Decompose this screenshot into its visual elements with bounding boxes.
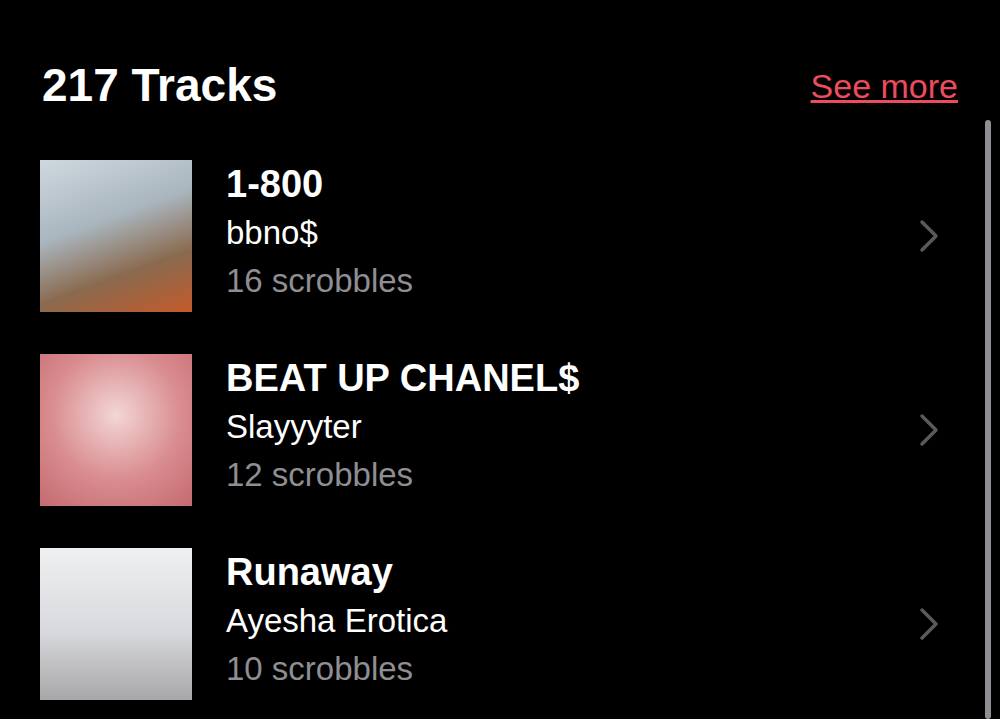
chevron-icon bbox=[918, 606, 940, 642]
track-artist: Slayyyter bbox=[226, 403, 918, 451]
track-list: 1-800bbno$16 scrobbles BEAT UP CHANEL$Sla… bbox=[0, 120, 1000, 719]
album-art bbox=[40, 160, 192, 312]
section-title: 217 Tracks bbox=[42, 58, 277, 113]
album-art bbox=[40, 354, 192, 506]
track-row[interactable]: RunawayAyesha Erotica10 scrobbles bbox=[40, 548, 960, 719]
track-info: 1-800bbno$16 scrobbles bbox=[192, 160, 918, 305]
chevron-icon bbox=[918, 412, 940, 448]
scrollbar[interactable] bbox=[985, 120, 991, 719]
track-title: Runaway bbox=[226, 548, 918, 597]
track-row[interactable]: BEAT UP CHANEL$Slayyyter12 scrobbles bbox=[40, 354, 960, 548]
track-row[interactable]: 1-800bbno$16 scrobbles bbox=[40, 160, 960, 354]
track-artist: bbno$ bbox=[226, 209, 918, 257]
track-info: BEAT UP CHANEL$Slayyyter12 scrobbles bbox=[192, 354, 918, 499]
scrobble-count: 12 scrobbles bbox=[226, 451, 918, 499]
scrobble-count: 10 scrobbles bbox=[226, 645, 918, 693]
album-art bbox=[40, 548, 192, 700]
chevron-icon bbox=[918, 218, 940, 254]
scrobble-count: 16 scrobbles bbox=[226, 257, 918, 305]
section-header: 217 Tracks See more bbox=[0, 0, 1000, 120]
track-artist: Ayesha Erotica bbox=[226, 597, 918, 645]
tracks-screen: 217 Tracks See more 1-800bbno$16 scrobbles… bbox=[0, 0, 1000, 719]
track-info: RunawayAyesha Erotica10 scrobbles bbox=[192, 548, 918, 693]
track-title: BEAT UP CHANEL$ bbox=[226, 354, 918, 403]
scrollbar-thumb[interactable] bbox=[985, 120, 991, 719]
see-more-link[interactable]: See more bbox=[811, 66, 958, 107]
track-title: 1-800 bbox=[226, 160, 918, 209]
